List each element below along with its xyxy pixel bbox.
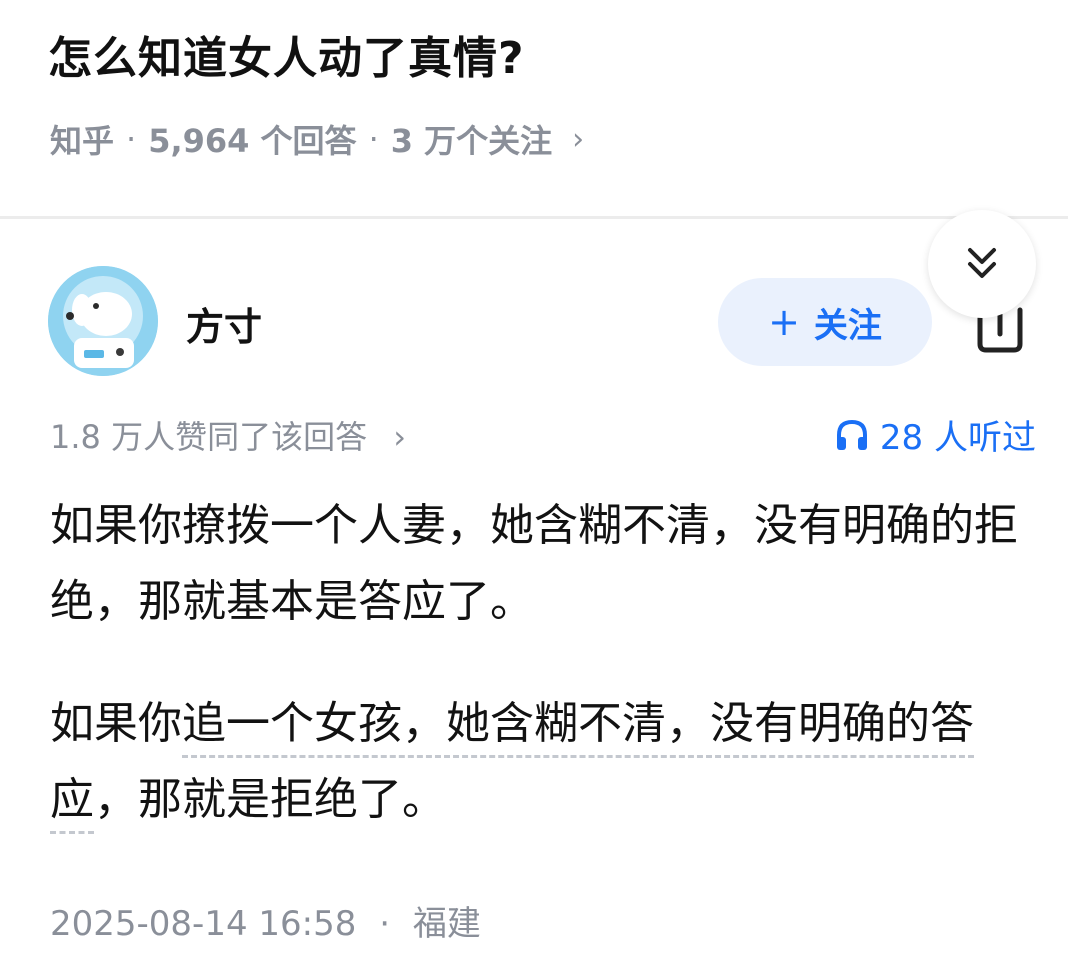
meta-separator: · bbox=[368, 120, 379, 158]
chevron-right-icon: › bbox=[393, 418, 407, 456]
meta-separator: · bbox=[379, 904, 391, 944]
answer-location: 福建 bbox=[412, 904, 481, 944]
answer-count: 5,964 个回答 bbox=[148, 122, 357, 160]
question-meta[interactable]: 知乎 · 5,964 个回答 · 3 万个关注 › bbox=[50, 116, 584, 162]
follow-label: 关注 bbox=[813, 305, 882, 346]
paragraph-text: 如果你 bbox=[50, 698, 182, 749]
follower-count: 3 万个关注 bbox=[390, 122, 553, 160]
answer-page: 怎么知道女人动了真情? 知乎 · 5,964 个回答 · 3 万个关注 › 方寸… bbox=[0, 0, 1068, 972]
chevron-right-icon: › bbox=[572, 121, 585, 157]
double-chevron-down-icon bbox=[968, 248, 996, 278]
plus-icon: + bbox=[768, 300, 800, 344]
author-name[interactable]: 方寸 bbox=[186, 296, 262, 351]
vote-summary[interactable]: 1.8 万人赞同了该回答 › bbox=[50, 412, 406, 458]
paragraph-text: ，那就是拒绝了。 bbox=[94, 774, 446, 825]
answer-paragraph: 如果你追一个女孩，她含糊不清，没有明确的答应，那就是拒绝了。 bbox=[50, 686, 1040, 838]
vote-text: 1.8 万人赞同了该回答 bbox=[50, 418, 368, 456]
collapse-button[interactable] bbox=[928, 210, 1036, 318]
source-label: 知乎 bbox=[50, 122, 115, 160]
headphones-icon bbox=[836, 419, 867, 450]
answer-footer: 2025-08-14 16:58 · 福建 bbox=[50, 896, 481, 945]
answer-content: 如果你撩拨一个人妻，她含糊不清，没有明确的拒绝，那就基本是答应了。 如果你追一个… bbox=[50, 488, 1040, 838]
listen-button[interactable]: 28 人听过 bbox=[834, 410, 1036, 459]
meta-separator: · bbox=[126, 120, 137, 158]
answer-paragraph: 如果你撩拨一个人妻，她含糊不清，没有明确的拒绝，那就基本是答应了。 bbox=[50, 500, 1018, 627]
divider bbox=[0, 216, 1068, 219]
listen-count: 28 人听过 bbox=[879, 418, 1036, 458]
question-title[interactable]: 怎么知道女人动了真情? bbox=[48, 22, 525, 86]
astronaut-dog-icon bbox=[48, 266, 158, 376]
avatar[interactable] bbox=[48, 266, 158, 376]
answer-time: 2025-08-14 16:58 bbox=[50, 904, 357, 944]
follow-button[interactable]: + 关注 bbox=[718, 278, 932, 366]
